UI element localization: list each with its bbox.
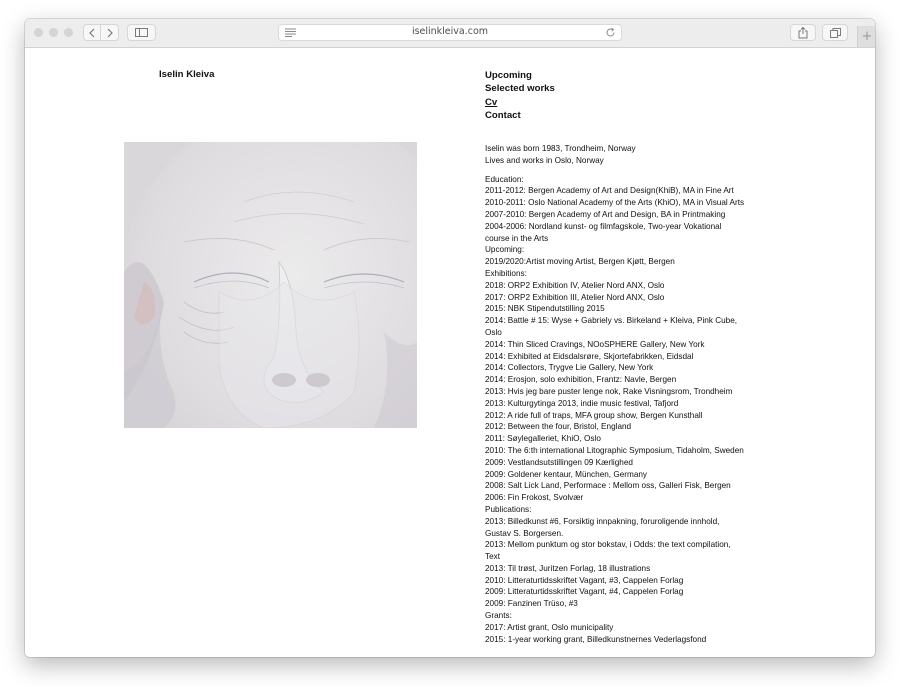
cv-line: 2009: Goldener kentaur, München, Germany — [485, 469, 648, 479]
cv-line: 2013: Til trøst, Juritzen Forlag, 18 ill… — [485, 563, 651, 573]
address-bar[interactable]: iselinkleiva.com — [278, 24, 622, 41]
cv-line: 2015: NBK Stipendutstilling 2015 — [485, 304, 605, 314]
sidebar-toggle-button[interactable] — [127, 24, 156, 41]
cv-line: 2013: Mellom punktum og stor bokstav, i … — [485, 540, 731, 562]
cv-line: 2013: Billedkunst #6, Forsiktig innpakni… — [485, 516, 720, 538]
cv-line: 2010-2011: Oslo National Academy of the … — [485, 198, 745, 208]
cv-intro: Iselin was born 1983, Trondheim, Norway L… — [485, 143, 747, 167]
cv-line: 2012: A ride full of traps, MFA group sh… — [485, 410, 703, 420]
reload-icon[interactable] — [605, 27, 616, 38]
cv-line: 2008: Salt Lick Land, Performace : Mello… — [485, 481, 731, 491]
cv-line: 2009: Litteraturtidsskriftet Vagant, #4,… — [485, 587, 684, 597]
browser-toolbar: iselinkleiva.com + — [25, 19, 875, 48]
browser-window: iselinkleiva.com + Iselin Kleiva Upcomin… — [25, 19, 875, 657]
back-button[interactable] — [83, 24, 101, 41]
cv-line: 2019/2020:Artist moving Artist, Bergen K… — [485, 257, 675, 267]
cv-line: 2013: Kulturgytinga 2013, indie music fe… — [485, 398, 679, 408]
cv-intro-line: Iselin was born 1983, Trondheim, Norway — [485, 144, 636, 153]
cv-line: Grants: — [485, 611, 512, 621]
cv-line: 2012: Between the four, Bristol, England — [485, 422, 632, 432]
cv-line: Upcoming: — [485, 245, 525, 255]
nav-link-selected-works[interactable]: Selected works — [485, 82, 555, 95]
cv-line: 2014: Exhibited at Eidsdalsrøre, Skjorte… — [485, 351, 694, 361]
minimize-window-button[interactable] — [49, 28, 58, 37]
cv-line: 2004-2006: Nordland kunst- og filmfagsko… — [485, 221, 722, 243]
url-text: iselinkleiva.com — [411, 26, 489, 37]
cv-line: 2014: Collectors, Trygve Lie Gallery, Ne… — [485, 363, 654, 373]
cv-line: Education: — [485, 174, 524, 184]
cv-line: 2017: Artist grant, Oslo municipality — [485, 622, 614, 632]
nav-link-contact[interactable]: Contact — [485, 109, 555, 122]
zoom-window-button[interactable] — [64, 28, 73, 37]
share-button[interactable] — [790, 24, 816, 41]
site-title[interactable]: Iselin Kleiva — [159, 69, 214, 80]
cv-text: Iselin was born 1983, Trondheim, Norway L… — [485, 143, 747, 645]
cv-line: 2013: Hvis jeg bare puster lenge nok, Ra… — [485, 386, 733, 396]
cv-line: 2014: Erosjon, solo exhibition, Frantz: … — [485, 375, 677, 385]
cv-intro-line: Lives and works in Oslo, Norway — [485, 155, 604, 165]
cv-line: 2009: Fanzinen Trüso, #3 — [485, 599, 578, 609]
cv-line: 2011: Søylegalleriet, KhiO, Oslo — [485, 434, 601, 444]
cv-line: 2011-2012: Bergen Academy of Art and Des… — [485, 186, 734, 196]
cv-line: Publications: — [485, 504, 532, 514]
artwork-image — [124, 142, 417, 428]
web-page: Iselin Kleiva Upcoming Selected works Cv Co… — [25, 48, 875, 657]
forward-button[interactable] — [101, 24, 119, 41]
cv-line: 2017: ORP2 Exhibition III, Atelier Nord … — [485, 292, 665, 302]
sidebar-icon — [135, 28, 148, 37]
cv-line: 2009: Vestlandsutstillingen 09 Kærlighed — [485, 457, 633, 467]
cv-line: 2014: Thin Sliced Cravings, NOoSPHERE Ga… — [485, 339, 705, 349]
close-window-button[interactable] — [34, 28, 43, 37]
tabs-icon — [829, 27, 841, 38]
cv-line: 2015: 1-year working grant, Billedkunstn… — [485, 634, 707, 644]
cv-line: Exhibitions: — [485, 268, 527, 278]
cv-lines: Education: 2011-2012: Bergen Academy of A… — [485, 174, 747, 646]
cv-line: 2010: Litteraturtidsskriftet Vagant, #3,… — [485, 575, 684, 585]
cv-line: 2014: Battle # 15: Wyse + Gabriely vs. B… — [485, 316, 738, 337]
share-icon — [798, 26, 808, 38]
cv-line: 2018: ORP2 Exhibition IV, Atelier Nord A… — [485, 280, 665, 290]
new-tab-button[interactable]: + — [857, 26, 875, 47]
chevron-right-icon — [107, 28, 113, 37]
show-tabs-button[interactable] — [822, 24, 848, 41]
plus-icon: + — [861, 29, 873, 44]
nav-link-cv[interactable]: Cv — [485, 96, 555, 109]
artwork-drawing — [124, 142, 417, 428]
cv-line: 2006: Fin Frokost, Svolvær — [485, 493, 584, 503]
nav-link-upcoming[interactable]: Upcoming — [485, 69, 555, 82]
site-nav: Upcoming Selected works Cv Contact — [485, 69, 555, 122]
cv-line: 2007-2010: Bergen Academy of Art and Des… — [485, 209, 726, 219]
cv-line: 2010: The 6:th international Litographic… — [485, 445, 744, 455]
chevron-left-icon — [89, 28, 95, 37]
